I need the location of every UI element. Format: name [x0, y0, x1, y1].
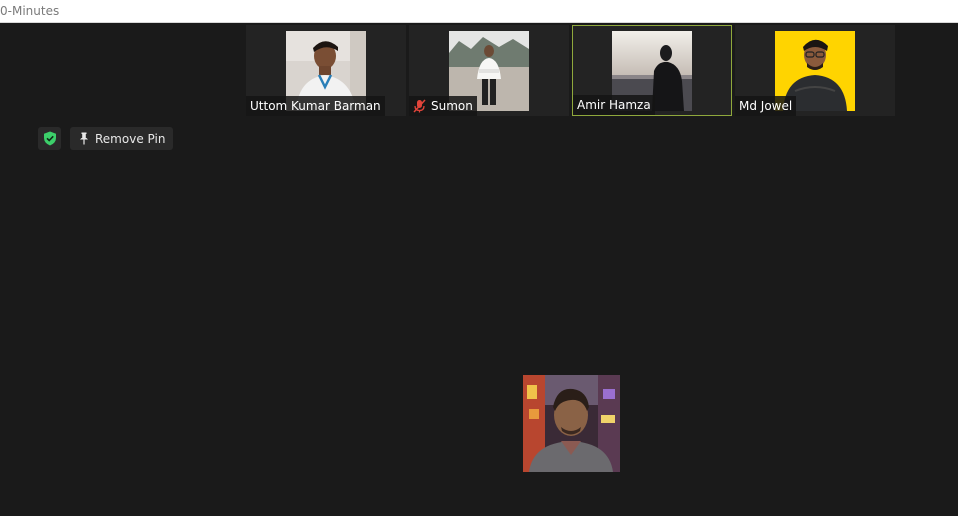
participant-tile-uttom[interactable]: Uttom Kumar Barman [246, 25, 406, 116]
pinned-participant-avatar [523, 375, 620, 472]
microphone-muted-icon [413, 99, 426, 113]
meeting-stage: Uttom Kumar Barman Sumon Amir Hamza Md J… [0, 23, 958, 516]
participant-name-tag: Amir Hamza [573, 95, 655, 115]
pin-toolbar: Remove Pin [38, 127, 174, 150]
participant-name-tag: Sumon [409, 96, 477, 116]
participant-name-tag: Uttom Kumar Barman [246, 96, 385, 116]
pin-icon [80, 132, 88, 145]
participant-name: Sumon [431, 99, 473, 113]
participant-name: Uttom Kumar Barman [250, 99, 381, 113]
participant-tile-sumon[interactable]: Sumon [409, 25, 569, 116]
participant-name: Md Jowel [739, 99, 793, 113]
participant-tile-jowel[interactable]: Md Jowel [735, 25, 895, 116]
participant-name-tag: Md Jowel [735, 96, 797, 116]
window-title: 0-Minutes [0, 4, 60, 18]
security-shield-button[interactable] [38, 127, 61, 150]
participant-name: Amir Hamza [577, 98, 651, 112]
participant-tile-amir[interactable]: Amir Hamza [572, 25, 732, 116]
window-title-bar: 0-Minutes [0, 0, 958, 23]
remove-pin-button[interactable]: Remove Pin [70, 127, 174, 150]
shield-check-icon [43, 131, 56, 146]
remove-pin-label: Remove Pin [95, 131, 166, 146]
